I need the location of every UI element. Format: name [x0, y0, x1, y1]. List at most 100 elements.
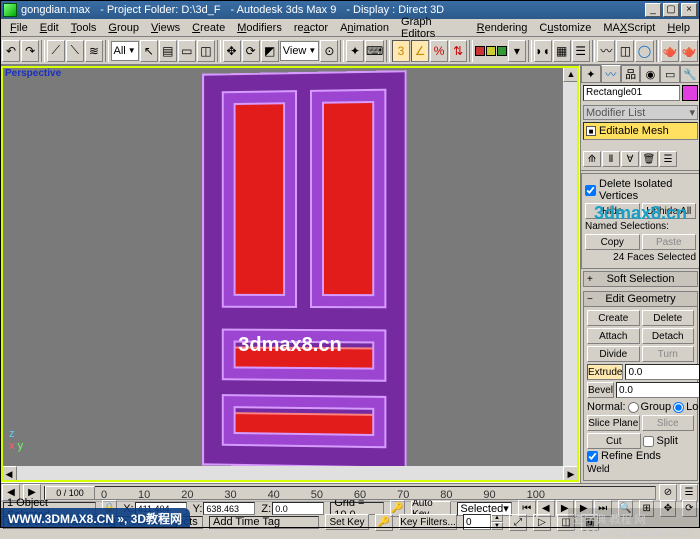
- viewport-scroll-v[interactable]: ▲: [563, 66, 579, 466]
- window-crossing-button[interactable]: ◫: [197, 40, 215, 62]
- tab-hierarchy[interactable]: 品: [621, 65, 641, 82]
- tab-display[interactable]: ▭: [660, 65, 680, 82]
- unhide-all-button[interactable]: Unhide All: [642, 203, 697, 219]
- bind-spacewarp-button[interactable]: ≋: [85, 40, 103, 62]
- select-by-name-button[interactable]: ▤: [159, 40, 177, 62]
- time-slider-thumb[interactable]: 0 / 100: [45, 486, 95, 500]
- menu-help[interactable]: Help: [661, 20, 696, 36]
- material-editor-button[interactable]: ◯: [635, 40, 653, 62]
- rollout-edit-geometry[interactable]: −Edit Geometry: [583, 291, 698, 307]
- render-scene-button[interactable]: 🫖: [661, 40, 679, 62]
- make-unique-button[interactable]: ∀: [621, 151, 639, 167]
- manipulate-button[interactable]: ✦: [346, 40, 364, 62]
- window-close-button[interactable]: ×: [681, 3, 697, 17]
- mirror-button[interactable]: ◗◖: [534, 40, 552, 62]
- cut-button[interactable]: Cut: [587, 433, 641, 449]
- menu-create[interactable]: Create: [186, 20, 231, 36]
- tab-utilities[interactable]: 🔧: [680, 65, 700, 82]
- extrude-button[interactable]: Extrude: [587, 364, 623, 380]
- snap-toggle-button[interactable]: 3: [392, 40, 410, 62]
- hide-button[interactable]: Hide: [585, 203, 640, 219]
- y-coord-field[interactable]: Y:: [193, 502, 256, 515]
- menu-rendering[interactable]: Rendering: [471, 20, 534, 36]
- delete-iso-checkbox[interactable]: Delete Isolated Vertices: [585, 178, 696, 202]
- viewport-perspective[interactable]: Perspective 3dmax8.cn zx y ▲ ◀ ▶: [0, 65, 580, 483]
- tab-modify[interactable]: 〰: [601, 65, 621, 82]
- menu-customize[interactable]: Customize: [533, 20, 597, 36]
- align-button[interactable]: ▦: [553, 40, 571, 62]
- divide-button[interactable]: Divide: [587, 346, 640, 362]
- add-time-tag[interactable]: Add Time Tag: [209, 516, 319, 529]
- split-checkbox[interactable]: Split: [643, 434, 695, 448]
- menu-group[interactable]: Group: [102, 20, 145, 36]
- object-color-swatch[interactable]: [682, 85, 698, 101]
- percent-snap-button[interactable]: %: [430, 40, 448, 62]
- menu-animation[interactable]: Animation: [334, 20, 395, 36]
- selection-filter-dropdown[interactable]: All▼: [111, 41, 139, 61]
- stack-item-editable-mesh[interactable]: ■ Editable Mesh: [584, 123, 697, 139]
- copy-button[interactable]: Copy: [585, 234, 640, 250]
- attach-button[interactable]: Attach: [587, 328, 640, 344]
- window-maximize-button[interactable]: ▢: [663, 3, 679, 17]
- quick-render-button[interactable]: 🫖: [680, 40, 698, 62]
- delete-button[interactable]: Delete: [642, 310, 695, 326]
- schematic-view-button[interactable]: ◫: [616, 40, 634, 62]
- menu-views[interactable]: Views: [145, 20, 186, 36]
- bevel-button[interactable]: Bevel: [587, 382, 614, 398]
- spinner-snap-button[interactable]: ⇅: [449, 40, 467, 62]
- time-slider[interactable]: 0 / 100 0102030405060708090100: [44, 486, 656, 500]
- set-key-icon[interactable]: ⊘: [659, 484, 677, 501]
- scroll-right-button[interactable]: ▶: [563, 466, 579, 482]
- redo-button[interactable]: ↷: [21, 40, 39, 62]
- turn-button[interactable]: Turn: [642, 346, 695, 362]
- menu-maxscript[interactable]: MAXScript: [597, 20, 661, 36]
- normal-local-radio[interactable]: [673, 402, 684, 413]
- rect-region-button[interactable]: ▭: [178, 40, 196, 62]
- rotate-button[interactable]: ⟳: [242, 40, 260, 62]
- paste-button[interactable]: Paste: [642, 234, 697, 250]
- object-name-field[interactable]: Rectangle01: [583, 85, 680, 101]
- timeconfig-button[interactable]: ☰: [680, 484, 698, 501]
- rollout-soft-selection[interactable]: +Soft Selection: [583, 271, 698, 287]
- move-button[interactable]: ✥: [223, 40, 241, 62]
- configure-sets-button[interactable]: ☰: [659, 151, 677, 167]
- menu-modifiers[interactable]: Modifiers: [231, 20, 288, 36]
- tab-create[interactable]: ✦: [581, 65, 601, 82]
- menu-file[interactable]: File: [4, 20, 34, 36]
- refine-ends-checkbox[interactable]: Refine Ends: [587, 450, 694, 462]
- unlink-button[interactable]: ⟍: [66, 40, 84, 62]
- menu-reactor[interactable]: reactor: [288, 20, 334, 36]
- pin-stack-button[interactable]: ⟰: [583, 151, 601, 167]
- slice-plane-button[interactable]: Slice Plane: [587, 415, 640, 431]
- select-object-button[interactable]: ↖: [140, 40, 158, 62]
- keyboard-shortcut-button[interactable]: ⌨: [365, 40, 384, 62]
- viewport-scroll-h[interactable]: ◀ ▶: [1, 466, 579, 482]
- create-button[interactable]: Create: [587, 310, 640, 326]
- extrude-spinner[interactable]: ▲▼: [625, 364, 700, 380]
- slice-button[interactable]: Slice: [642, 415, 695, 431]
- scroll-left-button[interactable]: ◀: [1, 466, 17, 482]
- window-minimize-button[interactable]: _: [645, 3, 661, 17]
- menu-edit[interactable]: Edit: [34, 20, 65, 36]
- tab-motion[interactable]: ◉: [640, 65, 660, 82]
- remove-modifier-button[interactable]: 🗑: [640, 151, 658, 167]
- curve-editor-button[interactable]: 〰: [597, 40, 615, 62]
- bevel-spinner[interactable]: ▲▼: [616, 382, 700, 398]
- modifier-stack[interactable]: ■ Editable Mesh: [583, 122, 698, 140]
- z-coord-field[interactable]: Z:: [261, 502, 324, 515]
- stack-expand-icon[interactable]: ■: [586, 126, 596, 136]
- layers-button[interactable]: ☰: [572, 40, 590, 62]
- normal-group-radio[interactable]: [628, 402, 639, 413]
- named-sets-button[interactable]: ▾: [508, 40, 526, 62]
- angle-snap-button[interactable]: ∠: [411, 40, 429, 62]
- scale-button[interactable]: ◩: [261, 40, 279, 62]
- menu-tools[interactable]: Tools: [65, 20, 103, 36]
- undo-button[interactable]: ↶: [2, 40, 20, 62]
- pivot-center-button[interactable]: ⊙: [320, 40, 338, 62]
- ref-coord-dropdown[interactable]: View▼: [280, 41, 320, 61]
- modifier-list-dropdown[interactable]: Modifier List▾: [583, 105, 698, 120]
- menu-graph[interactable]: Graph Editors: [395, 14, 471, 42]
- show-end-result-button[interactable]: Ⅱ: [602, 151, 620, 167]
- link-button[interactable]: ⟋: [47, 40, 65, 62]
- detach-button[interactable]: Detach: [642, 328, 695, 344]
